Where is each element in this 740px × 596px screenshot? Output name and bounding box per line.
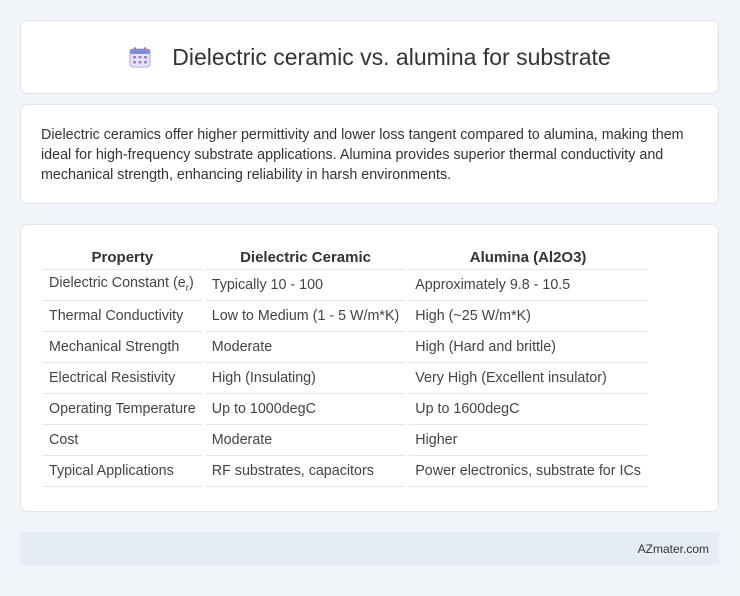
cell-property: Electrical Resistivity [43, 362, 206, 394]
cell-dielectric: Up to 1000degC [203, 393, 410, 425]
table-row: Electrical Resistivity High (Insulating)… [43, 362, 647, 394]
table-header-row: Property Dielectric Ceramic Alumina (Al2… [43, 247, 647, 270]
header-property: Property [43, 247, 206, 270]
table-row: Typical Applications RF substrates, capa… [43, 455, 647, 487]
cell-alumina: Higher [407, 424, 647, 456]
summary-text: Dielectric ceramics offer higher permitt… [41, 127, 684, 183]
header-alumina: Alumina (Al2O3) [407, 247, 647, 270]
page-title: Dielectric ceramic vs. alumina for subst… [172, 43, 611, 70]
cell-dielectric: Typically 10 - 100 [203, 269, 410, 301]
table-row: Dielectric Constant (er) Typically 10 - … [43, 269, 647, 301]
cell-property: Cost [43, 424, 206, 456]
cell-dielectric: RF substrates, capacitors [203, 455, 410, 487]
title-card: Dielectric ceramic vs. alumina for subst… [20, 20, 719, 94]
table-row: Operating Temperature Up to 1000degC Up … [43, 393, 647, 425]
cell-dielectric: High (Insulating) [203, 362, 410, 394]
header-dielectric: Dielectric Ceramic [203, 247, 410, 270]
cell-dielectric: Moderate [203, 424, 410, 456]
cell-alumina: Power electronics, substrate for ICs [407, 455, 647, 487]
property-text: Dielectric Constant (e [49, 275, 186, 292]
cell-alumina: Up to 1600degC [407, 393, 647, 425]
summary-card: Dielectric ceramics offer higher permitt… [20, 104, 719, 204]
footer-bar: AZmater.com [20, 532, 719, 565]
cell-alumina: High (~25 W/m*K) [407, 300, 647, 332]
cell-property: Thermal Conductivity [43, 300, 206, 332]
calendar-icon [129, 47, 151, 68]
cell-property: Mechanical Strength [43, 331, 206, 363]
cell-dielectric: Low to Medium (1 - 5 W/m*K) [203, 300, 410, 332]
property-tail: ) [189, 275, 194, 292]
comparison-table: Property Dielectric Ceramic Alumina (Al2… [43, 247, 647, 487]
table-row: Mechanical Strength Moderate High (Hard … [43, 331, 647, 363]
comparison-table-card: Property Dielectric Ceramic Alumina (Al2… [20, 224, 719, 512]
cell-dielectric: Moderate [203, 331, 410, 363]
table-row: Cost Moderate Higher [43, 424, 647, 456]
cell-alumina: High (Hard and brittle) [407, 331, 647, 363]
footer-brand: AZmater.com [637, 541, 709, 556]
cell-property: Typical Applications [43, 455, 206, 487]
cell-alumina: Approximately 9.8 - 10.5 [407, 269, 647, 301]
cell-alumina: Very High (Excellent insulator) [407, 362, 647, 394]
cell-property: Dielectric Constant (er) [43, 269, 206, 301]
table-row: Thermal Conductivity Low to Medium (1 - … [43, 300, 647, 332]
cell-property: Operating Temperature [43, 393, 206, 425]
